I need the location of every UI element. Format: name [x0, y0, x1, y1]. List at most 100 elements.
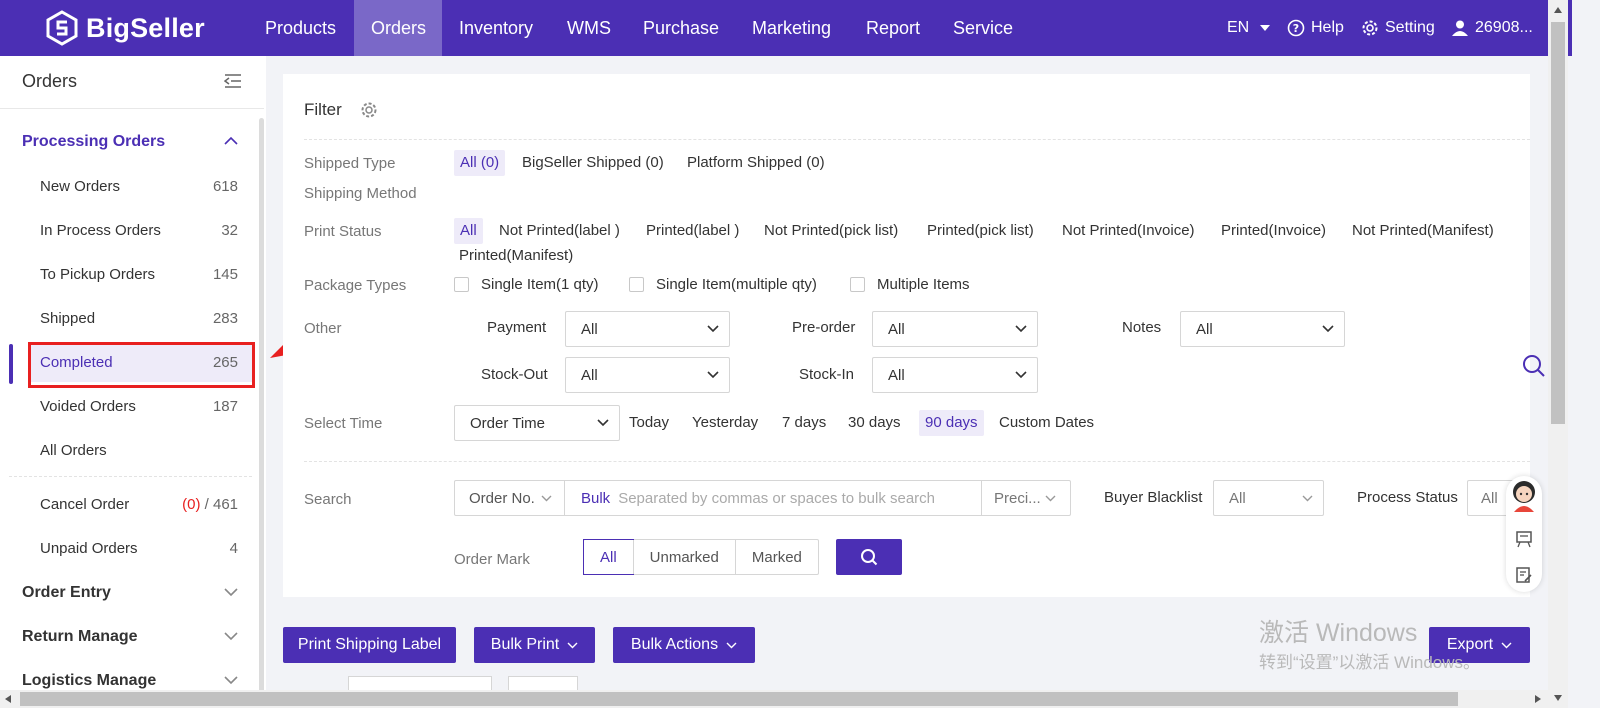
checkbox-label: Single Item(multiple qty) — [656, 276, 817, 293]
sidebar-item-voided-orders[interactable]: Voided Orders 187 — [28, 386, 254, 426]
nav-orders[interactable]: Orders — [354, 0, 442, 56]
time-30-days[interactable]: 30 days — [848, 414, 901, 431]
notes-select[interactable]: All — [1180, 311, 1345, 347]
checkbox-box[interactable] — [850, 277, 865, 292]
precise-select[interactable]: Preci... — [982, 481, 1070, 515]
shipped-type-bigseller[interactable]: BigSeller Shipped (0) — [522, 154, 664, 171]
setting-link[interactable]: Setting — [1361, 0, 1435, 56]
nav-report[interactable]: Report — [849, 0, 937, 56]
nav-inventory[interactable]: Inventory — [442, 0, 550, 56]
search-button[interactable] — [836, 539, 902, 575]
vertical-scroll-thumb[interactable] — [1551, 22, 1565, 424]
sidebar-item-unpaid-orders[interactable]: Unpaid Orders 4 — [28, 528, 254, 568]
payment-select[interactable]: All — [565, 311, 730, 347]
language-select[interactable]: EN — [1227, 0, 1271, 56]
horizontal-scroll-thumb[interactable] — [20, 692, 1458, 706]
checkbox-single-item-multiple-qty[interactable]: Single Item(multiple qty) — [629, 276, 817, 293]
sidebar-item-label: All Orders — [40, 441, 107, 459]
bulk-print-button[interactable]: Bulk Print — [474, 627, 595, 663]
chevron-down-icon[interactable] — [224, 588, 238, 597]
bulk-print-label: Bulk Print — [490, 636, 560, 653]
nav-products[interactable]: Products — [248, 0, 353, 56]
time-today[interactable]: Today — [629, 414, 669, 431]
preorder-select[interactable]: All — [872, 311, 1038, 347]
order-mark-all[interactable]: All — [583, 539, 634, 575]
user-menu[interactable]: 26908... — [1451, 0, 1533, 56]
checkbox-single-item-1-qty[interactable]: Single Item(1 qty) — [454, 276, 599, 293]
sidebar-item-to-pickup-orders[interactable]: To Pickup Orders 145 — [28, 254, 254, 294]
checkbox-multiple-items[interactable]: Multiple Items — [850, 276, 970, 293]
stockin-select[interactable]: All — [872, 357, 1038, 393]
chevron-down-icon — [1015, 325, 1027, 333]
time-90-days[interactable]: 90 days — [919, 410, 984, 436]
chevron-down-icon[interactable] — [224, 676, 238, 685]
time-7-days[interactable]: 7 days — [782, 414, 826, 431]
support-avatar-icon[interactable] — [1508, 478, 1540, 514]
bigseller-logo[interactable]: BigSeller — [44, 10, 205, 46]
print-status-printed-pick-list[interactable]: Printed(pick list) — [927, 222, 1034, 239]
nav-wms[interactable]: WMS — [550, 0, 628, 56]
order-mark-marked[interactable]: Marked — [734, 540, 818, 574]
buyer-blacklist-select[interactable]: All — [1213, 480, 1324, 516]
print-status-not-printed-manifest[interactable]: Not Printed(Manifest) — [1352, 222, 1494, 239]
time-field-select[interactable]: Order Time — [454, 405, 620, 441]
sidebar-scrollbar[interactable] — [259, 118, 264, 718]
order-mark-unmarked[interactable]: Unmarked — [632, 540, 735, 574]
sidebar-item-cancel-order[interactable]: Cancel Order (0) / 461 — [28, 484, 254, 524]
help-link[interactable]: ? Help — [1287, 0, 1344, 56]
search-field-select[interactable]: Order No. — [455, 481, 565, 515]
print-status-not-printed-pick-list[interactable]: Not Printed(pick list) — [764, 222, 898, 239]
chevron-down-icon — [726, 642, 737, 648]
sidebar-item-new-orders[interactable]: New Orders 618 — [28, 166, 254, 206]
windows-activation-subtext: 转到“设置”以激活 Windows。 — [1259, 653, 1481, 672]
sidebar-item-shipped[interactable]: Shipped 283 — [28, 298, 254, 338]
shipped-type-platform[interactable]: Platform Shipped (0) — [687, 154, 825, 171]
bulk-actions-button[interactable]: Bulk Actions — [613, 627, 755, 663]
collapse-menu-icon[interactable] — [224, 74, 242, 88]
search-icon — [861, 549, 878, 566]
nav-service[interactable]: Service — [936, 0, 1030, 56]
search-icon[interactable] — [1522, 354, 1546, 378]
scroll-right-icon[interactable] — [1534, 694, 1542, 704]
print-status-all[interactable]: All — [454, 218, 483, 244]
chevron-down-icon[interactable] — [224, 632, 238, 641]
presentation-icon[interactable] — [1515, 530, 1533, 548]
checkbox-box[interactable] — [629, 277, 644, 292]
nav-purchase[interactable]: Purchase — [626, 0, 736, 56]
scroll-left-icon[interactable] — [4, 694, 12, 704]
section-return-manage[interactable]: Return Manage — [22, 628, 138, 646]
edit-note-icon[interactable] — [1515, 566, 1533, 584]
section-processing-orders[interactable]: Processing Orders — [22, 133, 165, 151]
section-logistics-manage[interactable]: Logistics Manage — [22, 672, 156, 690]
scroll-down-icon[interactable] — [1553, 694, 1563, 702]
checkbox-box[interactable] — [454, 277, 469, 292]
sidebar-item-in-process-orders[interactable]: In Process Orders 32 — [28, 210, 254, 250]
print-status-not-printed-label[interactable]: Not Printed(label ) — [499, 222, 620, 239]
scroll-up-icon[interactable] — [1553, 6, 1563, 14]
chevron-up-icon[interactable] — [224, 136, 238, 145]
time-yesterday[interactable]: Yesterday — [692, 414, 758, 431]
select-time-label: Select Time — [304, 415, 383, 432]
gear-icon[interactable] — [360, 101, 378, 119]
horizontal-scrollbar[interactable] — [0, 690, 1548, 708]
print-status-printed-invoice[interactable]: Printed(Invoice) — [1221, 222, 1326, 239]
windows-activation-watermark: 激活 Windows — [1259, 619, 1418, 647]
print-status-printed-manifest[interactable]: Printed(Manifest) — [459, 247, 573, 264]
shipped-type-all[interactable]: All (0) — [454, 150, 506, 176]
payment-label: Payment — [487, 319, 547, 336]
sidebar-item-label: New Orders — [40, 177, 121, 195]
time-custom-dates[interactable]: Custom Dates — [999, 414, 1094, 431]
vertical-scrollbar[interactable] — [1548, 0, 1568, 708]
bulk-search-toggle[interactable]: Bulk — [581, 490, 610, 507]
process-status-label: Process Status — [1357, 489, 1458, 506]
search-input[interactable]: Bulk Separated by commas or spaces to bu… — [565, 481, 982, 515]
chevron-down-icon — [541, 495, 552, 501]
print-status-not-printed-invoice[interactable]: Not Printed(Invoice) — [1062, 222, 1195, 239]
section-order-entry[interactable]: Order Entry — [22, 584, 111, 602]
print-status-printed-label[interactable]: Printed(label ) — [646, 222, 739, 239]
nav-marketing[interactable]: Marketing — [735, 0, 848, 56]
stockout-select[interactable]: All — [565, 357, 730, 393]
sidebar-item-all-orders[interactable]: All Orders — [28, 430, 254, 470]
sidebar-item-label: Cancel Order — [40, 495, 130, 513]
print-shipping-label-button[interactable]: Print Shipping Label — [283, 627, 456, 663]
